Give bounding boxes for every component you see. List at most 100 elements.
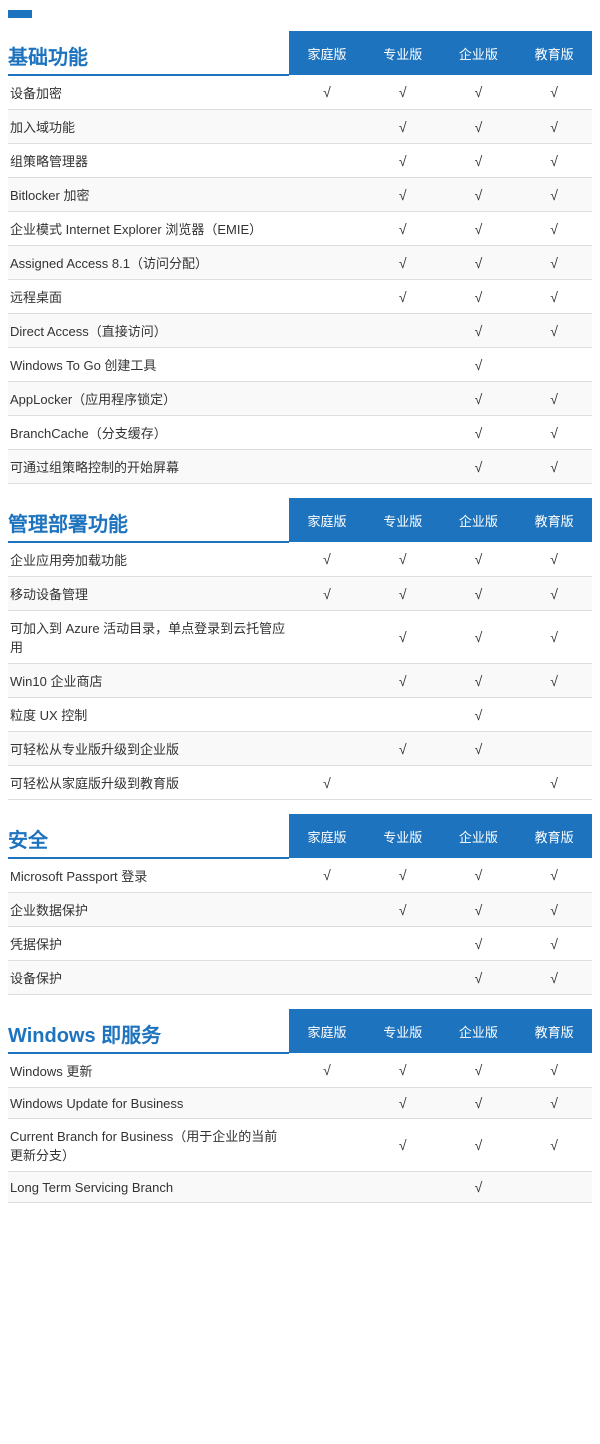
check-edu: √ <box>516 664 592 698</box>
check-pro: √ <box>365 280 441 314</box>
check-ent: √ <box>441 858 517 893</box>
check-pro: √ <box>365 542 441 577</box>
check-edu: √ <box>516 110 592 144</box>
check-ent: √ <box>441 961 517 995</box>
check-pro: √ <box>365 577 441 611</box>
feature-name: Microsoft Passport 登录 <box>8 858 289 893</box>
check-ent: √ <box>441 893 517 927</box>
table-row: 企业数据保护√√√ <box>8 893 592 927</box>
feature-name: 企业应用旁加载功能 <box>8 542 289 577</box>
check-pro <box>365 927 441 961</box>
check-home <box>289 280 365 314</box>
feature-name: AppLocker（应用程序锁定） <box>8 382 289 416</box>
check-home <box>289 416 365 450</box>
table-row: Windows To Go 创建工具√ <box>8 348 592 382</box>
check-home <box>289 144 365 178</box>
check-ent: √ <box>441 1053 517 1088</box>
check-pro <box>365 382 441 416</box>
check-ent: √ <box>441 1119 517 1172</box>
check-pro: √ <box>365 75 441 110</box>
check-pro <box>365 1172 441 1203</box>
check-ent: √ <box>441 280 517 314</box>
table-row: 设备保护√√ <box>8 961 592 995</box>
edition-header-专业版: 专业版 <box>365 498 441 542</box>
edition-header-专业版: 专业版 <box>365 31 441 75</box>
check-pro: √ <box>365 178 441 212</box>
check-ent: √ <box>441 927 517 961</box>
edition-header-企业版: 企业版 <box>441 498 517 542</box>
check-home <box>289 961 365 995</box>
check-ent: √ <box>441 664 517 698</box>
category-management: 管理部署功能家庭版专业版企业版教育版企业应用旁加载功能√√√√移动设备管理√√√… <box>8 498 592 800</box>
check-edu: √ <box>516 961 592 995</box>
check-home: √ <box>289 542 365 577</box>
check-home <box>289 212 365 246</box>
table-row: Win10 企业商店√√√ <box>8 664 592 698</box>
check-ent: √ <box>441 577 517 611</box>
check-edu: √ <box>516 314 592 348</box>
check-ent: √ <box>441 212 517 246</box>
table-row: 组策略管理器√√√ <box>8 144 592 178</box>
edition-header-教育版: 教育版 <box>516 31 592 75</box>
edition-header-家庭版: 家庭版 <box>289 498 365 542</box>
check-ent: √ <box>441 110 517 144</box>
edition-header-企业版: 企业版 <box>441 1009 517 1053</box>
feature-name: BranchCache（分支缓存） <box>8 416 289 450</box>
edition-header-企业版: 企业版 <box>441 31 517 75</box>
edition-header-教育版: 教育版 <box>516 1009 592 1053</box>
feature-name: Win10 企业商店 <box>8 664 289 698</box>
feature-name: Windows To Go 创建工具 <box>8 348 289 382</box>
check-edu: √ <box>516 75 592 110</box>
check-ent: √ <box>441 144 517 178</box>
check-home <box>289 698 365 732</box>
check-edu <box>516 698 592 732</box>
table-row: 企业模式 Internet Explorer 浏览器（EMIE）√√√ <box>8 212 592 246</box>
check-pro: √ <box>365 611 441 664</box>
check-ent: √ <box>441 542 517 577</box>
feature-name: Bitlocker 加密 <box>8 178 289 212</box>
check-edu: √ <box>516 1053 592 1088</box>
check-edu: √ <box>516 893 592 927</box>
feature-name: 凭据保护 <box>8 927 289 961</box>
check-home <box>289 110 365 144</box>
check-edu: √ <box>516 611 592 664</box>
check-ent: √ <box>441 611 517 664</box>
check-home <box>289 893 365 927</box>
check-edu: √ <box>516 212 592 246</box>
category-title-windows-service: Windows 即服务 <box>8 1009 289 1052</box>
check-home <box>289 314 365 348</box>
check-home <box>289 246 365 280</box>
category-security: 安全家庭版专业版企业版教育版Microsoft Passport 登录√√√√企… <box>8 814 592 995</box>
table-row: 设备加密√√√√ <box>8 75 592 110</box>
feature-name: 远程桌面 <box>8 280 289 314</box>
table-row: Microsoft Passport 登录√√√√ <box>8 858 592 893</box>
check-home: √ <box>289 766 365 800</box>
check-ent: √ <box>441 1172 517 1203</box>
check-edu: √ <box>516 246 592 280</box>
check-home <box>289 1172 365 1203</box>
check-pro: √ <box>365 732 441 766</box>
check-edu: √ <box>516 144 592 178</box>
check-edu <box>516 732 592 766</box>
table-row: Windows Update for Business√√√ <box>8 1088 592 1119</box>
check-home: √ <box>289 1053 365 1088</box>
table-row: 可加入到 Azure 活动目录，单点登录到云托管应用√√√ <box>8 611 592 664</box>
feature-name: 组策略管理器 <box>8 144 289 178</box>
category-title-management: 管理部署功能 <box>8 498 289 541</box>
feature-name: 企业数据保护 <box>8 893 289 927</box>
edition-header-专业版: 专业版 <box>365 1009 441 1053</box>
check-pro: √ <box>365 664 441 698</box>
check-home <box>289 664 365 698</box>
feature-name: Current Branch for Business（用于企业的当前更新分支） <box>8 1119 289 1172</box>
feature-name: Direct Access（直接访问） <box>8 314 289 348</box>
check-pro: √ <box>365 1088 441 1119</box>
edition-header-家庭版: 家庭版 <box>289 814 365 858</box>
check-edu: √ <box>516 927 592 961</box>
table-row: AppLocker（应用程序锁定）√√ <box>8 382 592 416</box>
check-home: √ <box>289 75 365 110</box>
check-edu <box>516 348 592 382</box>
feature-name: Windows Update for Business <box>8 1088 289 1119</box>
check-edu: √ <box>516 450 592 484</box>
check-pro: √ <box>365 246 441 280</box>
check-ent: √ <box>441 75 517 110</box>
